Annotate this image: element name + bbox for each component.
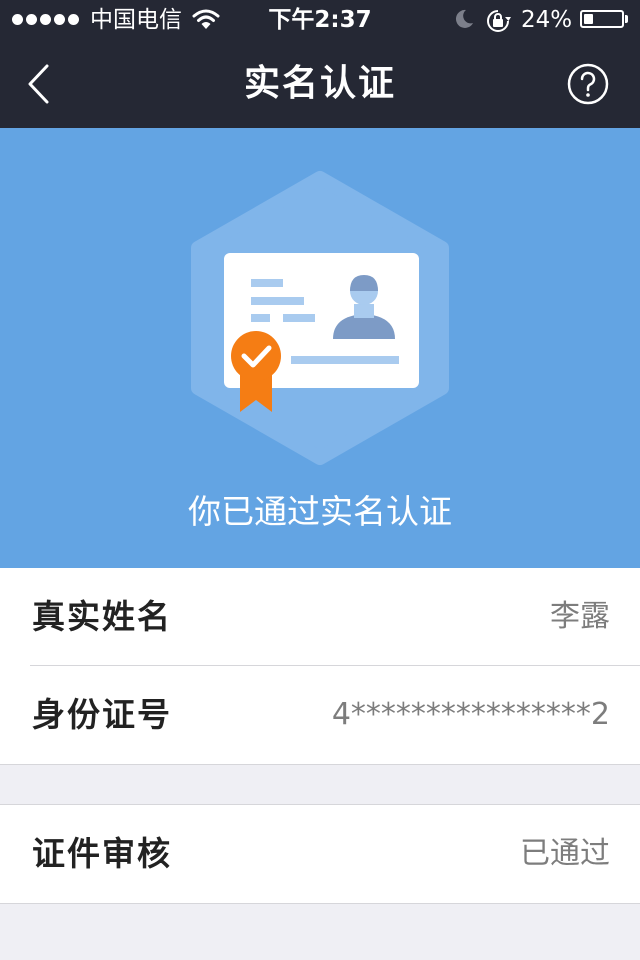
battery-tip	[625, 15, 628, 23]
id-number-value: 4****************2	[331, 697, 610, 732]
id-number-label: 身份证号	[32, 695, 172, 734]
moon-icon	[455, 9, 473, 28]
verification-banner: 你已通过实名认证	[0, 128, 640, 568]
page-title: 实名认证	[243, 63, 396, 104]
battery-fill	[584, 14, 593, 24]
real-name-value: 李露	[550, 599, 610, 634]
status-bar: 中国电信 下午2:37 24%	[0, 0, 640, 40]
document-review-label: 证件审核	[32, 834, 172, 873]
id-number-row: 身份证号 4****************2	[0, 666, 640, 765]
real-name-label: 真实姓名	[32, 597, 172, 636]
verified-id-illustration	[191, 171, 449, 465]
document-review-row: 证件审核 已通过	[0, 804, 640, 904]
real-name-row: 真实姓名 李露	[0, 568, 640, 666]
navigation-bar: 实名认证	[0, 40, 640, 128]
rotation-lock-icon	[487, 10, 511, 32]
screen: 中国电信 下午2:37 24% 实名认证 你已通过实名认证 真实姓名 李露 身份…	[0, 0, 640, 960]
verification-status-message: 你已通过实名认证	[188, 492, 452, 531]
help-button[interactable]	[566, 62, 610, 106]
battery-percentage: 24%	[521, 7, 573, 33]
battery-icon	[580, 10, 624, 28]
document-review-status: 已通过	[520, 836, 610, 871]
